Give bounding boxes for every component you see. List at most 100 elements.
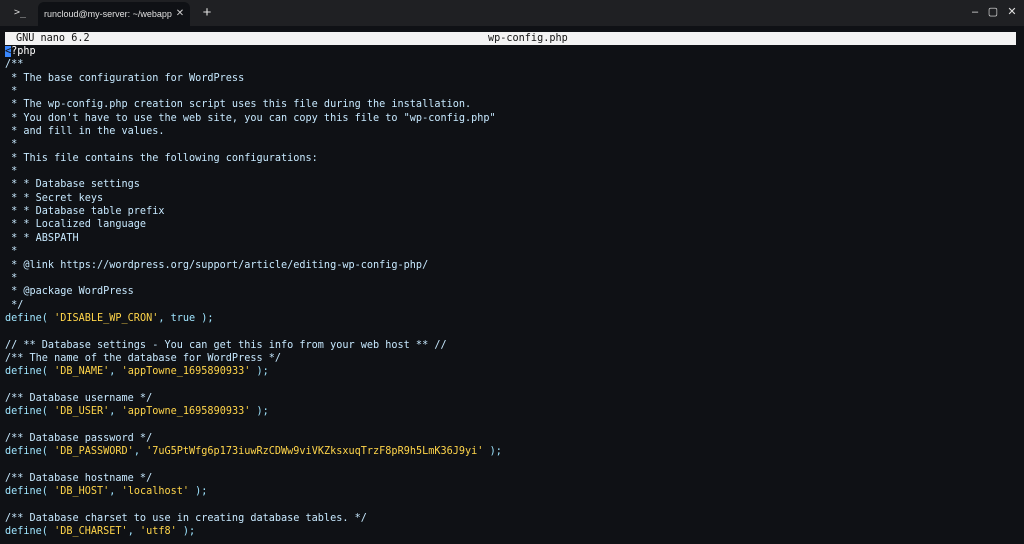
code-token: define(	[5, 406, 55, 418]
code-line: *	[5, 245, 1020, 258]
code-token: define(	[5, 526, 55, 538]
code-line: * The base configuration for WordPress	[5, 72, 1020, 85]
code-line: define( 'DISABLE_WP_CRON', true );	[5, 312, 1020, 325]
code-line: define( 'DB_PASSWORD', '7uG5PtWfg6p173iu…	[5, 445, 1020, 458]
code-token: );	[250, 406, 269, 418]
code-line: /** The name of the database for WordPre…	[5, 352, 1020, 365]
code-token: *	[5, 272, 18, 284]
code-line: * * ABSPATH	[5, 232, 1020, 245]
code-token: 'DB_PASSWORD'	[54, 446, 134, 458]
code-line: * and fill in the values.	[5, 125, 1020, 138]
code-line: define( 'DB_USER', 'appTowne_1695890933'…	[5, 405, 1020, 418]
code-line: * * Database table prefix	[5, 205, 1020, 218]
code-token: * @link https://wordpress.org/support/ar…	[5, 259, 429, 271]
code-token: /** Database username */	[5, 392, 153, 404]
code-token: * and fill in the values.	[5, 126, 165, 138]
code-token: 'DB_HOST'	[54, 486, 110, 498]
code-line: define( 'DB_NAME', 'appTowne_1695890933'…	[5, 365, 1020, 378]
code-token: * * Secret keys	[5, 192, 104, 204]
code-line: * The wp-config.php creation script uses…	[5, 98, 1020, 111]
code-line: */	[5, 299, 1020, 312]
code-token: *	[5, 86, 18, 98]
code-token: /** Database hostname */	[5, 473, 153, 484]
editor-area[interactable]: <?php/** * The base configuration for Wo…	[5, 45, 1020, 544]
code-token: *	[5, 166, 18, 178]
code-token: * * ABSPATH	[5, 232, 79, 244]
code-token: * You don't have to use the web site, yo…	[5, 112, 496, 124]
code-token: * * Localized language	[5, 219, 147, 231]
code-token: 'appTowne_1695890933'	[121, 406, 251, 418]
code-token: *	[5, 139, 18, 151]
code-token: /**	[5, 59, 24, 71]
code-line: * @package WordPress	[5, 285, 1020, 298]
code-token: );	[483, 446, 502, 458]
code-token: * @package WordPress	[5, 286, 134, 298]
code-token: define(	[5, 366, 55, 378]
code-token: // ** Database settings - You can get th…	[5, 339, 447, 351]
code-line: define( 'DB_HOST', 'localhost' );	[5, 485, 1020, 498]
code-token: * This file contains the following confi…	[5, 152, 318, 164]
code-line: /** Database hostname */	[5, 472, 1020, 485]
code-line: * This file contains the following confi…	[5, 152, 1020, 165]
code-token: 'utf8'	[139, 526, 177, 538]
code-token: * The wp-config.php creation script uses…	[5, 99, 472, 111]
code-token: /** Database charset to use in creating …	[5, 513, 367, 525]
tab-title: runcloud@my-server: ~/webapps/a	[44, 9, 172, 19]
code-token: '7uG5PtWfg6p173iuwRzCDWw9viVKZksxuqTrzF8…	[146, 446, 484, 458]
code-token: ?php	[11, 46, 36, 57]
nano-filename: wp-config.php	[488, 33, 568, 44]
code-line: *	[5, 272, 1020, 285]
code-token: * * Database table prefix	[5, 206, 165, 218]
close-window-icon[interactable]: ✕	[1005, 5, 1019, 19]
code-token: );	[189, 486, 208, 498]
code-token: , true );	[158, 312, 214, 324]
code-line: // ** Database settings - You can get th…	[5, 339, 1020, 352]
terminal-tab[interactable]: runcloud@my-server: ~/webapps/a ✕	[38, 2, 190, 26]
code-line: * * Database settings	[5, 178, 1020, 191]
code-token: ,	[109, 486, 122, 498]
code-token: 'appTowne_1695890933'	[121, 366, 251, 378]
code-line: <?php	[5, 45, 1020, 58]
code-line: * * Secret keys	[5, 192, 1020, 205]
nano-header: GNU nano 6.2 wp-config.php	[5, 32, 1016, 45]
terminal-icon: >_	[14, 7, 27, 18]
code-token: ,	[133, 446, 147, 458]
code-token: ,	[109, 406, 122, 418]
code-token: ,	[127, 526, 140, 538]
code-token: 'DISABLE_WP_CRON'	[54, 312, 159, 324]
code-line: *	[5, 85, 1020, 98]
nano-version: GNU nano 6.2	[16, 33, 90, 44]
code-line: * @link https://wordpress.org/support/ar…	[5, 259, 1020, 272]
code-token: ,	[109, 366, 122, 378]
code-line: /** Database charset to use in creating …	[5, 512, 1020, 525]
maximize-icon[interactable]: ▢	[986, 5, 1000, 19]
code-token: * * Database settings	[5, 179, 140, 191]
code-token: define(	[5, 446, 55, 458]
close-icon[interactable]: ✕	[174, 7, 186, 21]
code-token: );	[250, 366, 269, 378]
code-line: /** Database password */	[5, 432, 1020, 445]
title-bar: >_ runcloud@my-server: ~/webapps/a ✕ + –…	[0, 0, 1024, 26]
code-line: *	[5, 138, 1020, 151]
minimize-icon[interactable]: –	[968, 5, 982, 19]
code-token: define(	[5, 486, 55, 498]
code-token: 'DB_CHARSET'	[54, 526, 128, 538]
code-token: /** Database password */	[5, 432, 153, 444]
code-line: * You don't have to use the web site, yo…	[5, 112, 1020, 125]
code-token: 'DB_NAME'	[54, 366, 110, 378]
code-token: );	[176, 526, 196, 538]
code-token: 'DB_USER'	[54, 406, 110, 418]
code-token: 'localhost'	[121, 486, 190, 498]
code-token: */	[5, 299, 24, 311]
code-line: define( 'DB_CHARSET', 'utf8' );	[5, 525, 1020, 538]
code-token: * The base configuration for WordPress	[5, 72, 245, 84]
code-line: /**	[5, 58, 1020, 71]
code-line: *	[5, 165, 1020, 178]
code-token: define(	[5, 312, 55, 324]
plus-icon[interactable]: +	[198, 4, 216, 22]
